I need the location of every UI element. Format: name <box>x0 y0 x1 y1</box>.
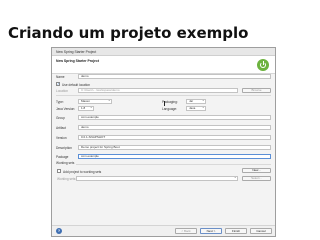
java-version-select[interactable]: 1.8 <box>78 106 94 111</box>
next-button[interactable]: Next > <box>200 228 222 234</box>
dialog-header: New Spring Starter Project <box>52 56 275 74</box>
spring-logo-icon <box>257 59 269 71</box>
name-input[interactable]: demo <box>78 74 271 79</box>
description-input[interactable]: Demo project for Spring Boot <box>78 145 271 150</box>
finish-button[interactable]: Finish <box>225 228 247 234</box>
artifact-input[interactable]: demo <box>78 125 271 130</box>
slide-title: Criando um projeto exemplo <box>8 24 249 42</box>
dialog-header-title: New Spring Starter Project <box>56 59 99 63</box>
use-default-location-label: Use default location <box>62 82 90 87</box>
cancel-button[interactable]: Cancel <box>250 228 272 234</box>
use-default-location-checkbox[interactable]: ✓ <box>56 82 60 86</box>
working-sets-field-label: Working sets: <box>57 177 77 181</box>
language-label: Language: <box>162 107 178 111</box>
description-label: Description <box>56 146 72 150</box>
type-select[interactable]: Maven <box>78 99 112 104</box>
language-select[interactable]: Java <box>186 106 206 111</box>
artifact-label: Artifact <box>56 126 66 130</box>
separator <box>56 95 271 96</box>
browse-button[interactable]: Browse <box>242 88 271 93</box>
group-input[interactable]: com.example <box>78 115 271 120</box>
select-working-sets-button[interactable]: Select... <box>242 176 271 181</box>
new-spring-starter-project-dialog: New Spring Starter Project New Spring St… <box>51 47 276 237</box>
window-titlebar: New Spring Starter Project <box>52 48 275 56</box>
version-input[interactable]: 0.0.1-SNAPSHOT <box>78 135 271 140</box>
location-input[interactable]: C:\Users\...\workspace\demo <box>78 88 238 93</box>
add-to-working-sets-checkbox[interactable] <box>57 169 61 173</box>
type-label: Type: <box>56 100 64 104</box>
package-input[interactable]: com.example <box>78 154 271 159</box>
location-label: Location <box>56 89 69 93</box>
working-sets-separator <box>76 164 271 165</box>
working-sets-select[interactable] <box>76 176 238 181</box>
packaging-select[interactable]: Jar <box>186 99 206 104</box>
help-icon[interactable]: ? <box>56 228 62 234</box>
group-label: Group <box>56 116 65 120</box>
java-version-label: Java Version: <box>56 107 76 111</box>
back-button[interactable]: < Back <box>175 228 197 234</box>
dialog-footer: ? < Back Next > Finish Cancel <box>52 225 275 236</box>
add-to-working-sets-label: Add project to working sets <box>63 169 102 174</box>
working-sets-group-label: Working sets <box>56 161 75 165</box>
text-cursor <box>164 101 165 106</box>
package-label: Package <box>56 155 69 159</box>
name-label: Name <box>56 75 65 79</box>
version-label: Version <box>56 136 67 140</box>
new-working-set-button[interactable]: New... <box>242 168 271 173</box>
